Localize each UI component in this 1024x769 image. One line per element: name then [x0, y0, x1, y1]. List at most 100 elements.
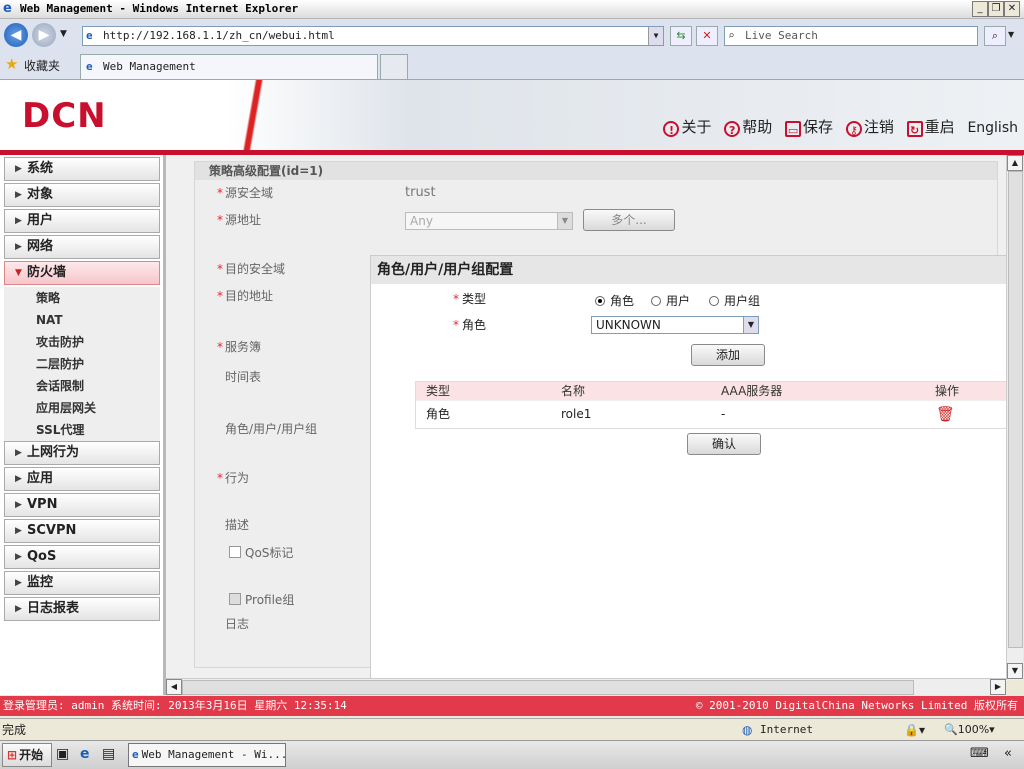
role-select[interactable]: UNKNOWN ▼: [591, 316, 759, 334]
tray-expand-icon[interactable]: «: [1004, 746, 1012, 761]
page-icon: e: [86, 29, 93, 42]
info-icon: !: [663, 121, 680, 137]
zone-text: Internet: [760, 723, 813, 736]
zoom-level[interactable]: 🔍100%▾: [944, 719, 995, 741]
src-zone-value: trust: [405, 185, 436, 200]
role-label: * 角色: [453, 318, 487, 332]
chevron-right-icon: ▶: [15, 242, 22, 252]
taskbar-item-ie[interactable]: e Web Management - Wi...: [128, 743, 286, 767]
globe-icon: ◍: [742, 723, 753, 737]
vertical-scrollbar[interactable]: ▲ ▼: [1006, 155, 1023, 680]
ie-logo-icon: e: [3, 1, 12, 16]
chevron-down-icon: ▼: [743, 317, 758, 333]
chevron-down-icon: ▼: [557, 213, 572, 229]
show-desktop-icon[interactable]: ▣: [56, 746, 69, 762]
search-input[interactable]: ⌕ Live Search: [724, 26, 978, 46]
confirm-button[interactable]: 确认: [687, 433, 761, 455]
table-row: 角色 role1 - 🗑: [416, 400, 1008, 427]
dcn-logo: DCN: [22, 96, 107, 136]
radio-icon: [651, 296, 661, 306]
restore-button[interactable]: ❐: [988, 1, 1004, 17]
about-link[interactable]: ! 关于: [663, 118, 711, 137]
help-link[interactable]: ? 帮助: [724, 118, 772, 137]
delete-trash-icon[interactable]: 🗑: [936, 401, 955, 427]
add-button[interactable]: 添加: [691, 344, 765, 366]
sidebar-item-applications[interactable]: ▶ 应用: [4, 467, 160, 491]
sidebar-sub-ssl-proxy[interactable]: SSL代理: [4, 419, 160, 442]
type-radio-role[interactable]: 角色: [595, 292, 634, 309]
sidebar-item-network[interactable]: ▶ 网络: [4, 235, 160, 259]
tab-web-management[interactable]: e Web Management: [80, 54, 378, 79]
history-dropdown-icon[interactable]: ▼: [60, 29, 67, 39]
log-label: 日志: [225, 617, 250, 631]
scroll-up-icon: ▲: [1007, 155, 1023, 171]
chevron-right-icon: ▶: [15, 448, 22, 458]
sidebar-item-firewall[interactable]: ▼ 防火墙: [4, 261, 160, 285]
start-button[interactable]: ⊞ 开始: [2, 743, 52, 767]
dst-zone-label: * 目的安全域: [217, 262, 286, 276]
search-button[interactable]: ⌕: [984, 26, 1006, 46]
english-link[interactable]: English: [967, 120, 1018, 136]
multiple-button[interactable]: 多个...: [583, 209, 675, 231]
sidebar-item-objects[interactable]: ▶ 对象: [4, 183, 160, 207]
address-bar[interactable]: e http://192.168.1.1/zh_cn/webui.html ▼: [82, 26, 664, 46]
save-link[interactable]: ▭ 保存: [785, 118, 833, 137]
server-manager-icon[interactable]: ▤: [102, 746, 115, 762]
panel-title: 策略高级配置(id=1): [195, 162, 997, 180]
search-icon: ⌕: [728, 29, 735, 42]
sidebar-item-monitor[interactable]: ▶ 监控: [4, 571, 160, 595]
profile-group-checkbox[interactable]: Profile组: [229, 591, 294, 608]
hscroll-thumb[interactable]: [182, 680, 914, 695]
scroll-thumb[interactable]: [1008, 171, 1023, 648]
chevron-down-icon: ▼: [15, 268, 22, 278]
sidebar-sub-attack-defense[interactable]: 攻击防护: [4, 331, 160, 354]
sidebar-sub-l2-defense[interactable]: 二层防护: [4, 353, 160, 376]
help-icon: ?: [724, 121, 741, 137]
restart-link[interactable]: ↻ 重启: [906, 118, 955, 137]
ie-quicklaunch-icon[interactable]: e: [80, 746, 90, 762]
keyboard-icon[interactable]: ⌨: [970, 746, 989, 761]
scroll-right-icon: ▶: [990, 679, 1006, 695]
stop-icon[interactable]: ✕: [696, 26, 718, 46]
new-tab-button[interactable]: [380, 54, 408, 79]
role-user-group-dialog: 角色/用户/用户组配置 * 类型 角色 用户 用户组 * 角色 UNKNOWN ▼ 添…: [370, 255, 1008, 681]
sidebar: ▶ 系统 ▶ 对象 ▶ 用户 ▶ 网络 ▼ 防火墙 策略 NAT 攻击防护 二层防护 会话…: [0, 155, 166, 695]
save-icon: ▭: [785, 121, 802, 137]
logout-link[interactable]: ⚷ 注销: [845, 118, 894, 137]
close-window-button[interactable]: ✕: [1004, 1, 1020, 17]
back-button[interactable]: ◀: [4, 23, 28, 47]
chevron-right-icon: ▶: [15, 190, 22, 200]
sidebar-item-log-report[interactable]: ▶ 日志报表: [4, 597, 160, 621]
sidebar-sub-session-limit[interactable]: 会话限制: [4, 375, 160, 398]
type-radio-usergroup[interactable]: 用户组: [709, 292, 760, 309]
sidebar-item-qos[interactable]: ▶ QoS: [4, 545, 160, 569]
address-dropdown-icon[interactable]: ▼: [648, 27, 663, 45]
sidebar-item-vpn[interactable]: ▶ VPN: [4, 493, 160, 517]
src-addr-label: * 源地址: [217, 213, 262, 227]
type-radio-user[interactable]: 用户: [651, 292, 690, 309]
horizontal-scrollbar[interactable]: ◀ ▶: [166, 678, 1006, 695]
description-label: 描述: [225, 518, 250, 532]
minimize-button[interactable]: _: [972, 1, 988, 17]
address-row: ◀ ▶ ▼ e http://192.168.1.1/zh_cn/webui.h…: [0, 19, 1024, 51]
favorites-label[interactable]: 收藏夹: [24, 57, 60, 74]
chevron-right-icon: ▶: [15, 604, 22, 614]
search-options-icon[interactable]: ▼: [1008, 30, 1014, 39]
sidebar-sub-nat[interactable]: NAT: [4, 309, 160, 332]
sidebar-item-users[interactable]: ▶ 用户: [4, 209, 160, 233]
refresh-icon[interactable]: ⇆: [670, 26, 692, 46]
checkbox-icon: [229, 593, 241, 605]
sidebar-item-system[interactable]: ▶ 系统: [4, 157, 160, 181]
favorites-star-icon[interactable]: ★: [5, 55, 18, 73]
sidebar-sub-policy[interactable]: 策略: [4, 287, 160, 310]
qos-tag-checkbox[interactable]: QoS标记: [229, 544, 293, 561]
forward-button[interactable]: ▶: [32, 23, 56, 47]
sidebar-item-internet-behavior[interactable]: ▶ 上网行为: [4, 441, 160, 465]
header-swoosh: [238, 80, 268, 150]
sidebar-item-scvpn[interactable]: ▶ SCVPN: [4, 519, 160, 543]
src-addr-select[interactable]: Any ▼: [405, 212, 573, 230]
header-links: ! 关于 ? 帮助 ▭ 保存 ⚷ 注销 ↻ 重启 English: [655, 116, 1018, 137]
sidebar-sub-alg[interactable]: 应用层网关: [4, 397, 160, 420]
protected-mode-icon[interactable]: 🔒▾: [904, 719, 925, 741]
window-title: Web Management - Windows Internet Explor…: [20, 2, 299, 15]
